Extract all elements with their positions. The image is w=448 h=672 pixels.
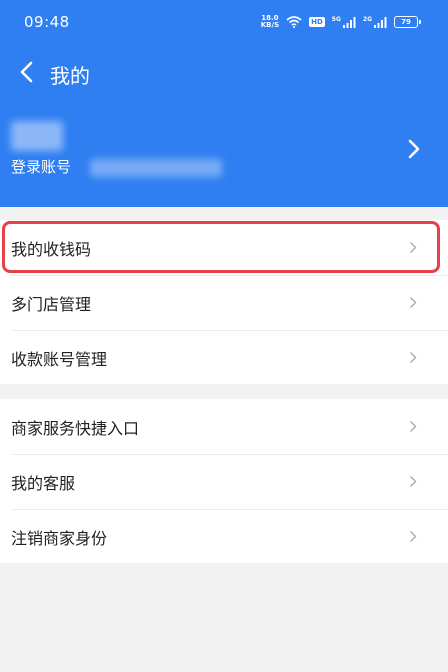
- account-value-redacted: [90, 159, 222, 177]
- chevron-right-icon: [409, 530, 418, 544]
- account-row[interactable]: 登录账号: [0, 112, 448, 192]
- net-speed: 18.0 KB/S: [261, 15, 279, 29]
- status-bar: 09:48 18.0 KB/S HD 5G 2G 79: [0, 0, 448, 44]
- status-time: 09:48: [24, 13, 70, 31]
- chevron-right-icon: [409, 351, 418, 365]
- menu-item-merchant-shortcuts[interactable]: 商家服务快捷入口: [0, 399, 448, 454]
- back-button[interactable]: [6, 54, 46, 94]
- header: 09:48 18.0 KB/S HD 5G 2G 79 我的 登录账号: [0, 0, 448, 207]
- menu-item-label: 我的收钱码: [11, 239, 92, 259]
- menu-item-deregister-merchant[interactable]: 注销商家身份: [0, 509, 448, 564]
- menu-item-payee-account[interactable]: 收款账号管理: [0, 330, 448, 385]
- chevron-right-icon: [409, 241, 418, 255]
- menu-group-2: 商家服务快捷入口 我的客服 注销商家身份: [0, 399, 448, 563]
- menu-group-1: 我的收钱码 多门店管理 收款账号管理: [0, 220, 448, 384]
- menu-item-payment-code[interactable]: 我的收钱码: [0, 220, 448, 275]
- title-bar: 我的: [0, 52, 448, 96]
- chevron-right-icon: [409, 475, 418, 489]
- chevron-right-icon: [409, 296, 418, 310]
- net-speed-unit: KB/S: [260, 21, 280, 29]
- menu-item-multi-store[interactable]: 多门店管理: [0, 275, 448, 330]
- menu-item-label: 多门店管理: [11, 294, 92, 314]
- chevron-left-icon: [19, 61, 33, 87]
- chevron-right-icon: [406, 138, 422, 160]
- signal-2-label: 2G: [362, 15, 372, 23]
- menu-item-label: 我的客服: [11, 473, 76, 493]
- account-name-redacted: [11, 121, 63, 151]
- hd-badge: HD: [309, 17, 325, 27]
- menu-item-label: 商家服务快捷入口: [11, 418, 140, 438]
- status-icons: 18.0 KB/S HD 5G 2G 79: [261, 15, 421, 29]
- chevron-right-icon: [409, 420, 418, 434]
- menu-item-customer-service[interactable]: 我的客服: [0, 454, 448, 509]
- wifi-icon: [286, 16, 302, 28]
- menu-item-label: 注销商家身份: [11, 528, 108, 548]
- signal-icon: 2G: [362, 15, 387, 28]
- battery-icon: 79: [394, 16, 421, 28]
- account-label: 登录账号: [11, 158, 72, 176]
- page-title: 我的: [50, 63, 90, 88]
- menu-item-label: 收款账号管理: [11, 349, 108, 369]
- signal-icon: 5G: [331, 15, 356, 28]
- signal-1-label: 5G: [331, 15, 341, 23]
- battery-level: 79: [401, 18, 411, 26]
